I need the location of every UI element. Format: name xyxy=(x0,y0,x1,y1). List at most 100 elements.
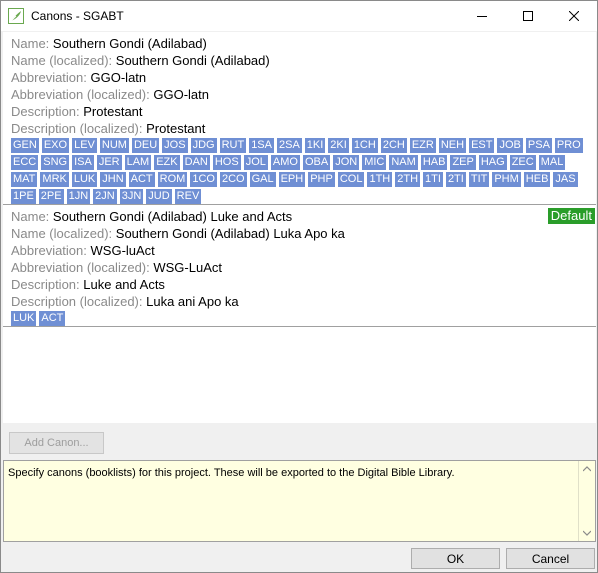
book-tag: MAL xyxy=(538,155,566,170)
book-tag: DEU xyxy=(131,138,160,153)
window-title: Canons - SGABT xyxy=(31,9,124,23)
book-tag: JOB xyxy=(497,138,523,153)
description-localized-value: Protestant xyxy=(146,121,206,136)
book-tag: LAM xyxy=(124,155,152,170)
canon-list[interactable]: Name: Southern Gondi (Adilabad) Name (lo… xyxy=(3,32,596,423)
book-tag: 1TI xyxy=(423,172,443,187)
close-icon xyxy=(569,11,579,21)
description-label: Description: xyxy=(11,104,80,119)
book-list: LUK ACT xyxy=(11,311,593,328)
description-localized-value: Luka ani Apo ka xyxy=(146,294,239,309)
help-scrollbar[interactable] xyxy=(578,461,595,541)
book-tag: JDG xyxy=(190,138,217,153)
description-label: Description: xyxy=(11,277,80,292)
book-tag: ZEP xyxy=(450,155,476,170)
paratext-feather-icon xyxy=(8,8,24,24)
book-tag: HAG xyxy=(478,155,507,170)
abbreviation-localized-label: Abbreviation (localized): xyxy=(11,260,150,275)
book-tag: LEV xyxy=(72,138,97,153)
description-value: Luke and Acts xyxy=(83,277,165,292)
book-tag: 1KI xyxy=(304,138,326,153)
minimize-icon xyxy=(477,16,487,17)
book-tag: PHM xyxy=(492,172,521,187)
book-tag: 2TH xyxy=(395,172,421,187)
description-row: Description: Protestant xyxy=(11,103,143,120)
book-tag: REV xyxy=(174,189,202,204)
book-tag: LUK xyxy=(71,172,98,187)
help-text: Specify canons (booklists) for this proj… xyxy=(8,467,455,479)
book-tag: 1PE xyxy=(11,189,36,204)
book-tag: PRO xyxy=(554,138,583,153)
book-tag: 2CO xyxy=(219,172,247,187)
book-tag: EPH xyxy=(278,172,306,187)
book-tag: ACT xyxy=(39,311,66,326)
book-tag: 1CH xyxy=(351,138,378,153)
description-localized-row: Description (localized): Protestant xyxy=(11,120,205,137)
book-tag: NAM xyxy=(389,155,418,170)
book-tag: 1CO xyxy=(190,172,217,187)
help-panel: Specify canons (booklists) for this proj… xyxy=(3,460,596,542)
book-tag: TIT xyxy=(468,172,490,187)
book-tag: JHN xyxy=(100,172,126,187)
abbreviation-localized-row: Abbreviation (localized): WSG-LuAct xyxy=(11,259,222,276)
name-row: Name: Southern Gondi (Adilabad) Luke and… xyxy=(11,208,292,225)
book-tag: 2JN xyxy=(93,189,117,204)
book-tag: EXO xyxy=(41,138,70,153)
book-tag: MIC xyxy=(362,155,387,170)
book-tag: RUT xyxy=(219,138,247,153)
book-tag: ECC xyxy=(11,155,39,170)
book-tag: HOS xyxy=(212,155,241,170)
book-tag: COL xyxy=(337,172,365,187)
name-localized-value: Southern Gondi (Adilabad) Luka Apo ka xyxy=(115,226,345,241)
book-tag: HAB xyxy=(420,155,448,170)
minimize-button[interactable] xyxy=(459,1,505,31)
scroll-up-icon[interactable] xyxy=(583,466,591,472)
book-tag: DAN xyxy=(182,155,210,170)
name-localized-row: Name (localized): Southern Gondi (Adilab… xyxy=(11,225,345,242)
book-tag: LUK xyxy=(11,311,37,326)
canons-dialog: Canons - SGABT Name: Southern Gondi (Adi… xyxy=(0,0,598,573)
abbreviation-value: WSG-luAct xyxy=(90,243,155,258)
canon-entry[interactable]: Name: Southern Gondi (Adilabad) Luke and… xyxy=(3,205,596,327)
maximize-button[interactable] xyxy=(505,1,551,31)
book-tag: SNG xyxy=(41,155,70,170)
book-tag: GAL xyxy=(249,172,276,187)
book-tag: PSA xyxy=(525,138,552,153)
book-tag: ZEC xyxy=(509,155,536,170)
book-tag: MAT xyxy=(11,172,38,187)
book-tag: ROM xyxy=(157,172,188,187)
abbreviation-localized-value: GGO-latn xyxy=(153,87,209,102)
book-tag: NEH xyxy=(438,138,467,153)
book-tag: JON xyxy=(333,155,360,170)
default-badge: Default xyxy=(547,208,595,224)
canon-entry[interactable]: Name: Southern Gondi (Adilabad) Name (lo… xyxy=(3,32,596,205)
book-tag: 2TI xyxy=(445,172,466,187)
scroll-down-icon[interactable] xyxy=(583,530,591,536)
name-value: Southern Gondi (Adilabad) xyxy=(52,36,207,51)
abbreviation-row: Abbreviation: GGO-latn xyxy=(11,69,146,86)
abbreviation-value: GGO-latn xyxy=(90,70,147,85)
book-tag: JER xyxy=(96,155,122,170)
abbreviation-localized-value: WSG-LuAct xyxy=(153,260,222,275)
abbreviation-localized-label: Abbreviation (localized): xyxy=(11,87,150,102)
description-localized-row: Description (localized): Luka ani Apo ka xyxy=(11,293,239,310)
description-row: Description: Luke and Acts xyxy=(11,276,165,293)
book-tag: OBA xyxy=(302,155,331,170)
book-tag: EZK xyxy=(154,155,180,170)
book-list: GEN EXO LEV NUM DEU JOS JDG RUT 1SA 2SA 1KI 2KI 1CH 2… xyxy=(11,138,593,206)
cancel-button[interactable]: Cancel xyxy=(506,548,595,569)
abbreviation-label: Abbreviation: xyxy=(11,70,87,85)
name-row: Name: Southern Gondi (Adilabad) xyxy=(11,35,207,52)
book-tag: JUD xyxy=(146,189,172,204)
add-canon-button[interactable]: Add Canon... xyxy=(9,432,104,454)
book-tag: 3JN xyxy=(119,189,144,204)
abbreviation-row: Abbreviation: WSG-luAct xyxy=(11,242,155,259)
ok-button[interactable]: OK xyxy=(411,548,500,569)
book-tag: MRK xyxy=(40,172,69,187)
abbreviation-localized-row: Abbreviation (localized): GGO-latn xyxy=(11,86,209,103)
close-button[interactable] xyxy=(551,1,597,31)
book-tag: EZR xyxy=(409,138,436,153)
name-localized-label: Name (localized): xyxy=(11,226,113,241)
book-tag: 1SA xyxy=(249,138,274,153)
title-bar[interactable]: Canons - SGABT xyxy=(1,1,597,31)
